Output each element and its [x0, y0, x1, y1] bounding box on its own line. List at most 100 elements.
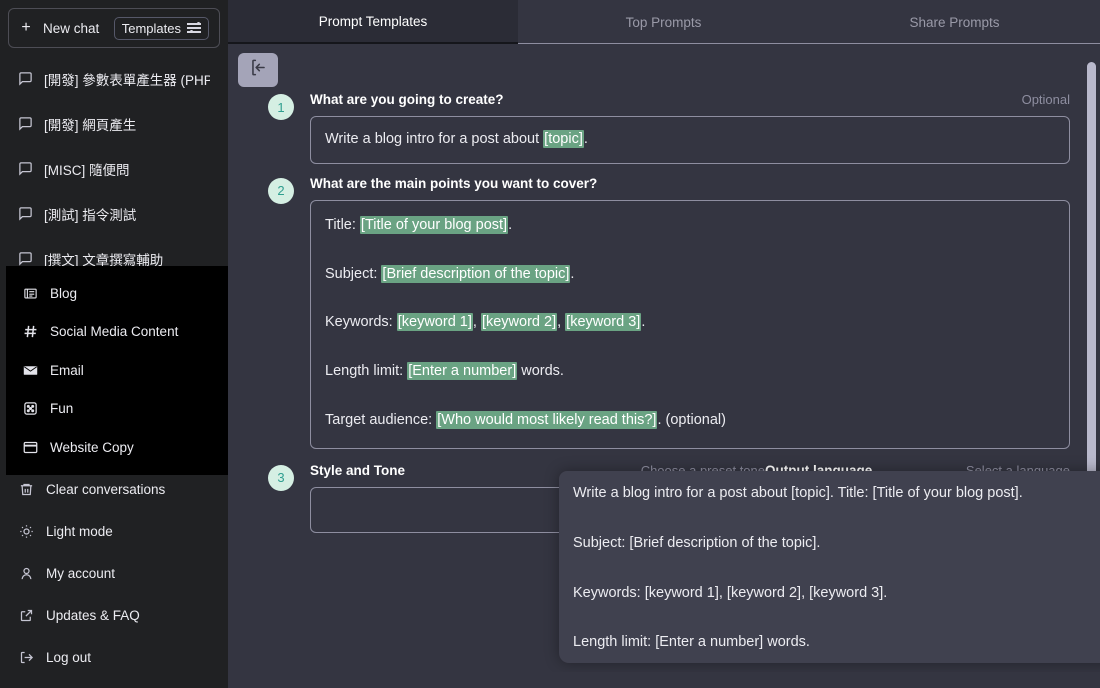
category-item-label: Social Media Content — [50, 324, 178, 339]
sidebar-item-light-mode[interactable]: Light mode — [8, 510, 220, 552]
category-item-website-copy[interactable]: Website Copy — [6, 428, 228, 467]
line-suffix: words. — [517, 363, 564, 379]
category-item-blog[interactable]: Blog — [6, 274, 228, 313]
list-item-label: [MISC] 隨便問 — [44, 159, 130, 179]
list-item[interactable]: [測試] 指令測試 — [8, 191, 220, 236]
sidebar-menu: Clear conversations Light mode My accoun… — [8, 468, 220, 680]
bottom-strip — [456, 672, 1100, 688]
new-chat-label: New chat — [43, 21, 99, 36]
dice-icon — [22, 401, 38, 417]
tab-label: Share Prompts — [909, 15, 999, 30]
toolbar — [228, 44, 1100, 87]
collapse-left-button[interactable] — [238, 53, 278, 87]
step1-input[interactable]: Write a blog intro for a post about [top… — [310, 116, 1070, 164]
preview-line: Length limit: [Enter a number] words. — [573, 632, 1100, 654]
app-root: + New chat Templates [開發] 參數表單產生器 (PHP P — [0, 0, 1100, 688]
placeholder-token[interactable]: [Brief description of the topic] — [381, 265, 570, 283]
sidebar-item-label: Updates & FAQ — [46, 608, 140, 623]
step2-line: Subject: [Brief description of the topic… — [325, 264, 1055, 286]
list-item[interactable]: [開發] 網頁產生 — [8, 101, 220, 146]
prompt-preview-overlay[interactable]: Write a blog intro for a post about [top… — [559, 471, 1100, 663]
tab-prompt-templates[interactable]: Prompt Templates — [228, 0, 518, 44]
placeholder-token[interactable]: [Title of your blog post] — [360, 216, 508, 234]
line-separator: , — [557, 314, 565, 330]
sidebar-item-label: Log out — [46, 650, 91, 665]
external-link-icon — [18, 607, 34, 623]
chat-bubble-icon — [18, 116, 33, 131]
tab-label: Prompt Templates — [319, 14, 428, 29]
sidebar-item-label: Clear conversations — [46, 482, 165, 497]
list-item[interactable]: [開發] 參數表單產生器 (PHP P — [8, 56, 220, 101]
browser-window-icon — [22, 439, 38, 455]
placeholder-token[interactable]: [Who would most likely read this?] — [436, 411, 657, 429]
step2-line: Length limit: [Enter a number] words. — [325, 361, 1055, 383]
line-suffix: . (optional) — [657, 412, 726, 428]
prompt-preview-text[interactable]: Write a blog intro for a post about [top… — [559, 471, 1100, 663]
list-item[interactable]: [MISC] 隨便問 — [8, 146, 220, 191]
tab-label: Top Prompts — [626, 15, 702, 30]
trash-icon — [18, 481, 34, 497]
new-chat-button[interactable]: + New chat — [19, 20, 104, 36]
newspaper-icon — [22, 285, 38, 301]
sidebar-top-actions: + New chat Templates — [8, 8, 220, 48]
step-number-badge: 1 — [268, 94, 294, 120]
category-item-label: Website Copy — [50, 440, 134, 455]
line-prefix: Keywords: — [325, 314, 397, 330]
category-item-label: Fun — [50, 401, 73, 416]
step-number-badge: 3 — [268, 465, 294, 491]
step1-text-prefix: Write a blog intro for a post about — [325, 131, 543, 147]
sliders-icon — [187, 22, 201, 34]
step1-text-suffix: . — [584, 131, 588, 147]
step-title: What are the main points you want to cov… — [310, 176, 597, 191]
hash-icon — [22, 324, 38, 340]
placeholder-token[interactable]: [keyword 2] — [481, 313, 557, 331]
tab-top-prompts[interactable]: Top Prompts — [518, 0, 809, 44]
logout-icon — [18, 649, 34, 665]
step2-line: Title: [Title of your blog post]. — [325, 215, 1055, 237]
sidebar-item-label: Light mode — [46, 524, 113, 539]
placeholder-token[interactable]: [keyword 1] — [397, 313, 473, 331]
templates-button[interactable]: Templates — [114, 17, 209, 40]
list-item-label: [開發] 參數表單產生器 (PHP P — [44, 69, 210, 89]
step-title: Style and Tone — [310, 463, 405, 478]
sun-icon — [18, 523, 34, 539]
sidebar-item-my-account[interactable]: My account — [8, 552, 220, 594]
line-suffix: . — [570, 266, 574, 282]
list-item-label: [開發] 網頁產生 — [44, 114, 136, 134]
chat-bubble-icon — [18, 161, 33, 176]
line-prefix: Title: — [325, 217, 360, 233]
line-prefix: Length limit: — [325, 363, 407, 379]
main-panel: Prompt Templates Top Prompts Share Promp… — [228, 0, 1100, 688]
category-item-social-media-content[interactable]: Social Media Content — [6, 313, 228, 352]
form-step-1: 1 What are you going to create? Optional… — [268, 92, 1070, 164]
preview-line: Write a blog intro for a post about [top… — [573, 483, 1100, 505]
chat-bubble-icon — [18, 251, 33, 266]
placeholder-token[interactable]: [topic] — [543, 130, 584, 148]
line-suffix: . — [641, 314, 645, 330]
category-item-email[interactable]: Email — [6, 351, 228, 390]
category-item-label: Email — [50, 363, 84, 378]
category-item-fun[interactable]: Fun — [6, 390, 228, 429]
step2-line: Target audience: [Who would most likely … — [325, 410, 1055, 432]
sidebar-item-log-out[interactable]: Log out — [8, 636, 220, 678]
preview-line: Keywords: [keyword 1], [keyword 2], [key… — [573, 583, 1100, 605]
placeholder-token[interactable]: [keyword 3] — [565, 313, 641, 331]
templates-label: Templates — [122, 21, 181, 36]
tab-share-prompts[interactable]: Share Prompts — [809, 0, 1100, 44]
sidebar-item-updates-faq[interactable]: Updates & FAQ — [8, 594, 220, 636]
preview-line: Subject: [Brief description of the topic… — [573, 533, 1100, 555]
user-icon — [18, 565, 34, 581]
list-item-label: [測試] 指令測試 — [44, 204, 136, 224]
placeholder-token[interactable]: [Enter a number] — [407, 362, 517, 380]
step2-line: Keywords: [keyword 1], [keyword 2], [key… — [325, 312, 1055, 334]
step2-textarea[interactable]: Title: [Title of your blog post]. Subjec… — [310, 200, 1070, 449]
tab-bar: Prompt Templates Top Prompts Share Promp… — [228, 0, 1100, 44]
line-separator: , — [473, 314, 481, 330]
category-popup-menu[interactable]: Blog Social Media Content Email Fun — [6, 266, 228, 475]
sidebar-item-label: My account — [46, 566, 115, 581]
line-suffix: . — [508, 217, 512, 233]
line-prefix: Target audience: — [325, 412, 436, 428]
step-optional-label: Optional — [1022, 92, 1070, 107]
step-title: What are you going to create? — [310, 92, 504, 107]
collapse-left-icon — [249, 58, 268, 82]
